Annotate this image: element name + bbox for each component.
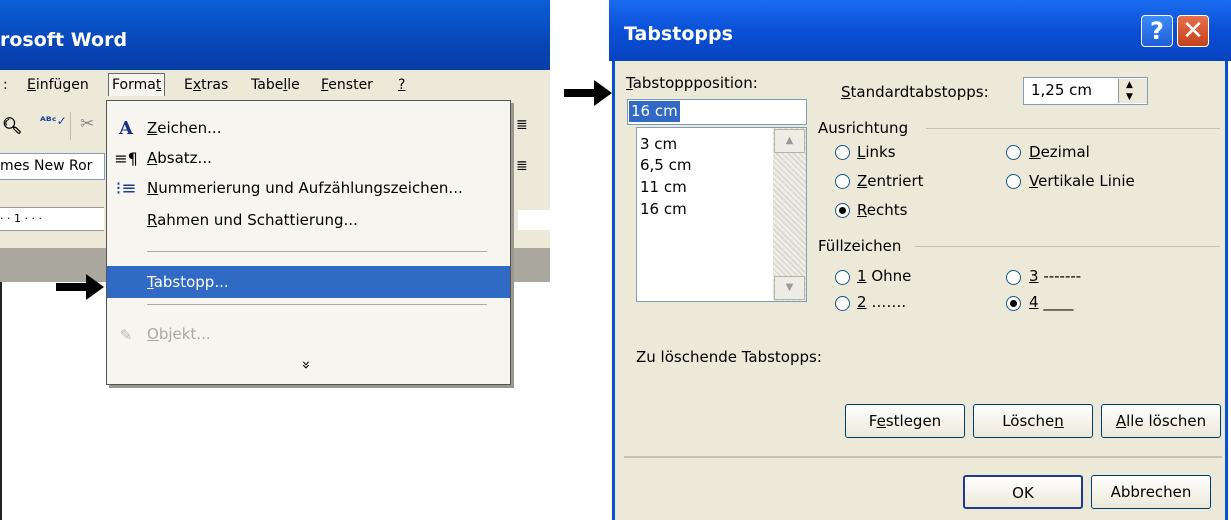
abbrechen-button[interactable]: Abbrechen [1091, 475, 1211, 509]
menu-extras[interactable]: Extras [181, 74, 231, 96]
dialog-title: Tabstopps [624, 23, 733, 45]
ok-button[interactable]: OK [963, 475, 1083, 509]
scroll-up-icon[interactable]: ▲ [774, 129, 805, 153]
radio-fill-2[interactable] [835, 296, 850, 311]
object-icon: ✎ [119, 326, 133, 344]
menu-item-objekt[interactable]: ✎ Objekt... [107, 319, 510, 349]
tabpos-value[interactable]: 16 cm [629, 101, 680, 122]
menu-item-tabstopp[interactable]: Tabstopp... [107, 266, 510, 298]
font-name-box[interactable]: mes New Ror [0, 153, 105, 180]
menu-bar: : Einfügen Format Extras Tabelle Fenster… [0, 70, 550, 100]
list-item[interactable]: 16 cm [640, 200, 687, 218]
format-menu: A Zeichen... ≡¶ Absatz... ⁝≡ Nummerierun… [106, 100, 511, 385]
list-item[interactable]: 11 cm [640, 178, 687, 196]
radio-vertikale-linie[interactable] [1006, 174, 1021, 189]
close-button[interactable]: ✕ [1177, 15, 1209, 47]
word-title: rosoft Word [0, 29, 128, 51]
menu-item-absatz[interactable]: ≡¶ Absatz... [107, 143, 510, 173]
menu-item-rahmen[interactable]: Rahmen und Schattierung... [107, 205, 510, 235]
menu-item-label: Tabstopp... [147, 273, 229, 291]
radio-label-fill-4: 4 ____ [1029, 293, 1074, 311]
menu-truncated[interactable]: : [0, 74, 11, 96]
group-title-ausrichtung: Ausrichtung [818, 119, 909, 137]
radio-label-fill-2: 2 ……. [857, 293, 907, 311]
radio-zentriert[interactable] [835, 174, 850, 189]
alle-loeschen-button[interactable]: Alle löschen [1101, 404, 1221, 438]
radio-label-fill-1: 1 Ohne [857, 267, 912, 285]
menu-einfuegen[interactable]: Einfügen [24, 74, 92, 96]
radio-label-links: Links [857, 143, 896, 161]
menu-einfuegen-rest: infügen [35, 77, 89, 93]
std-tabstop-value[interactable]: 1,25 cm [1031, 81, 1092, 99]
radio-links[interactable] [835, 145, 850, 160]
radio-label-rechts: Rechts [857, 201, 908, 219]
pointer-arrow-icon [56, 274, 104, 300]
paragraph-icon: ≡¶ [114, 149, 138, 168]
menu-separator [147, 251, 487, 252]
loeschen-button[interactable]: Löschen [973, 404, 1093, 438]
radio-fill-4[interactable] [1006, 296, 1021, 311]
radio-fill-1[interactable] [835, 270, 850, 285]
menu-item-label: Rahmen und Schattierung... [147, 211, 358, 229]
menu-item-label: Nummerierung und Aufzählungszeichen... [147, 179, 463, 197]
menu-help[interactable]: ? [395, 74, 408, 96]
dialog-separator [624, 456, 1222, 458]
std-label: Standardtabstopps: [841, 83, 989, 101]
spellcheck-icon[interactable]: ᴬᴮᶜ✓ [40, 114, 67, 128]
toolbar-divider [70, 112, 71, 140]
help-button[interactable]: ? [1141, 15, 1173, 47]
radio-fill-3[interactable] [1006, 270, 1021, 285]
menu-separator [147, 304, 487, 305]
preview-icon[interactable]: 🔍︎ [2, 116, 22, 135]
radio-label-vertikale-linie: Vertikale Linie [1029, 172, 1135, 190]
tabpos-label: Tabstoppposition: [626, 74, 758, 92]
menu-item-label: Zeichen... [147, 119, 222, 137]
spin-down-icon[interactable]: ▼ [1126, 92, 1133, 102]
list-item[interactable]: 3 cm [640, 135, 677, 153]
menu-item-label: Absatz... [147, 149, 212, 167]
menu-item-nummerierung[interactable]: ⁝≡ Nummerierung und Aufzählungszeichen..… [107, 173, 510, 203]
ruler-right [518, 210, 550, 230]
ruler: · · 1 · · · [0, 207, 104, 231]
bullet-list-icon: ⁝≡ [115, 178, 137, 199]
word-window: rosoft Word : Einfügen Format Extras Tab… [0, 0, 550, 520]
radio-rechts[interactable] [835, 203, 850, 218]
menu-format[interactable]: Format [108, 73, 166, 96]
menu-item-zeichen[interactable]: A Zeichen... [107, 113, 510, 143]
group-divider [915, 246, 1220, 247]
festlegen-button[interactable]: Festlegen [845, 404, 965, 438]
scroll-down-icon[interactable]: ▼ [774, 276, 805, 300]
delete-tabs-label: Zu löschende Tabstopps: [636, 348, 822, 366]
window-edge [0, 282, 2, 520]
group-divider [926, 128, 1220, 129]
group-title-fuellzeichen: Füllzeichen [818, 237, 902, 255]
font-a-icon: A [119, 118, 133, 139]
pointer-arrow-icon [564, 80, 612, 106]
radio-label-fill-3: 3 ------- [1029, 267, 1082, 285]
radio-label-dezimal: Dezimal [1029, 143, 1090, 161]
spin-up-icon[interactable]: ▲ [1126, 80, 1133, 90]
cut-icon[interactable]: ✂ [80, 114, 94, 134]
align-right-icon[interactable]: ≣ [516, 158, 528, 174]
menu-tabelle[interactable]: Tabelle [248, 74, 303, 96]
radio-dezimal[interactable] [1006, 145, 1021, 160]
menu-item-label: Objekt... [147, 325, 211, 343]
expand-chevron-icon[interactable]: » [298, 360, 316, 369]
radio-label-zentriert: Zentriert [857, 172, 924, 190]
menu-fenster[interactable]: Fenster [318, 74, 376, 96]
list-item[interactable]: 6,5 cm [640, 156, 691, 174]
justify-icon[interactable]: ≣ [516, 117, 528, 133]
